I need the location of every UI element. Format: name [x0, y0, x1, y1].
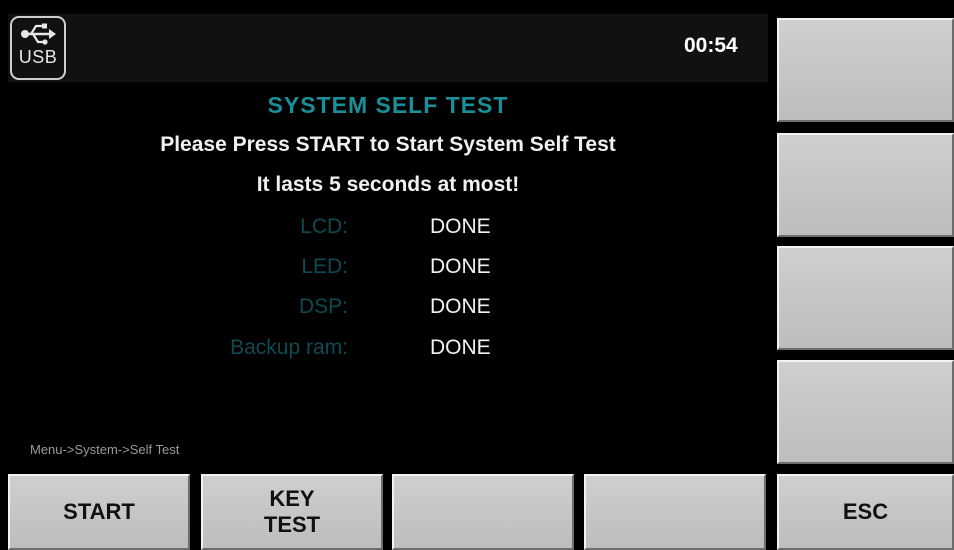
usb-label: USB	[18, 47, 58, 67]
result-value: DONE	[430, 215, 491, 238]
result-row-led: LED: DONE	[0, 255, 760, 283]
side-softkey-3[interactable]	[777, 246, 954, 350]
side-softkey-2[interactable]	[777, 133, 954, 237]
bottom-softkey-3[interactable]	[392, 474, 574, 550]
side-softkey-4[interactable]	[777, 360, 954, 464]
side-softkey-1[interactable]	[777, 18, 954, 122]
bottom-softkey-4[interactable]	[584, 474, 766, 550]
breadcrumb: Menu->System->Self Test	[30, 442, 180, 457]
result-row-lcd: LCD: DONE	[0, 215, 760, 243]
esc-button[interactable]: ESC	[777, 474, 954, 550]
instruction-line-2: It lasts 5 seconds at most!	[256, 173, 520, 196]
usb-icon	[21, 23, 56, 45]
result-label: DSP:	[298, 295, 348, 318]
key-test-button[interactable]: KEY TEST	[201, 474, 383, 550]
result-value: DONE	[430, 255, 491, 278]
result-value: DONE	[430, 295, 491, 318]
key-test-label-line1: KEY	[269, 486, 315, 511]
result-label: Backup ram:	[230, 336, 348, 359]
usb-status-indicator: USB	[10, 16, 66, 80]
result-label: LCD:	[300, 215, 348, 238]
page-title: SYSTEM SELF TEST	[267, 92, 509, 118]
result-row-dsp: DSP: DONE	[0, 295, 760, 323]
clock-display: 00:54	[684, 34, 738, 57]
result-row-backup-ram: Backup ram: DONE	[0, 336, 760, 364]
start-button[interactable]: START	[8, 474, 190, 550]
result-label: LED:	[301, 255, 348, 278]
key-test-label-line2: TEST	[263, 512, 321, 537]
result-value: DONE	[430, 336, 491, 359]
status-bar	[8, 14, 768, 82]
instruction-line-1: Please Press START to Start System Self …	[160, 133, 616, 156]
